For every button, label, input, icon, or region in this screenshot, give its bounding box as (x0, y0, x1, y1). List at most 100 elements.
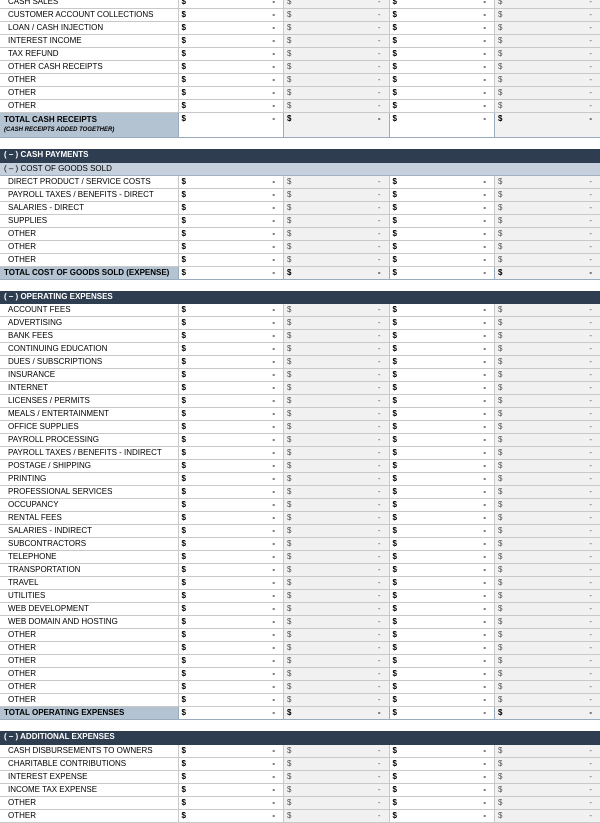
amount-cell-period-3[interactable]: $- (389, 460, 495, 473)
amount-cell-period-3[interactable]: $- (389, 551, 495, 564)
amount-cell-period-3[interactable]: $- (389, 175, 495, 188)
amount-cell-period-2[interactable]: $- (284, 564, 390, 577)
amount-cell-period-3[interactable]: $- (389, 564, 495, 577)
amount-cell-period-1[interactable]: $- (178, 356, 284, 369)
amount-cell-period-1[interactable]: $- (178, 175, 284, 188)
amount-cell-period-1[interactable]: $- (178, 100, 284, 113)
amount-cell-period-3[interactable]: $- (389, 74, 495, 87)
amount-cell-period-3[interactable]: $- (389, 87, 495, 100)
amount-cell-period-2[interactable]: $- (284, 113, 390, 138)
amount-cell-period-1[interactable]: $- (178, 48, 284, 61)
amount-cell-period-3[interactable]: $- (389, 227, 495, 240)
amount-cell-period-1[interactable]: $- (178, 796, 284, 809)
amount-cell-period-2[interactable]: $- (284, 642, 390, 655)
amount-cell-period-3[interactable]: $- (389, 421, 495, 434)
amount-cell-period-2[interactable]: $- (284, 460, 390, 473)
amount-cell-period-4[interactable]: $- (495, 35, 600, 48)
amount-cell-period-3[interactable]: $- (389, 499, 495, 512)
amount-cell-period-3[interactable]: $- (389, 113, 495, 138)
amount-cell-period-4[interactable]: $- (495, 668, 600, 681)
amount-cell-period-2[interactable]: $- (284, 395, 390, 408)
amount-cell-period-2[interactable]: $- (284, 447, 390, 460)
amount-cell-period-4[interactable]: $- (495, 382, 600, 395)
amount-cell-period-2[interactable]: $- (284, 227, 390, 240)
amount-cell-period-1[interactable]: $- (178, 616, 284, 629)
amount-cell-period-3[interactable]: $- (389, 655, 495, 668)
amount-cell-period-2[interactable]: $- (284, 330, 390, 343)
amount-cell-period-1[interactable]: $- (178, 525, 284, 538)
amount-cell-period-2[interactable]: $- (284, 369, 390, 382)
amount-cell-period-1[interactable]: $- (178, 421, 284, 434)
amount-cell-period-4[interactable]: $- (495, 603, 600, 616)
amount-cell-period-3[interactable]: $- (389, 538, 495, 551)
amount-cell-period-3[interactable]: $- (389, 188, 495, 201)
amount-cell-period-4[interactable]: $- (495, 421, 600, 434)
amount-cell-period-2[interactable]: $- (284, 744, 390, 757)
amount-cell-period-4[interactable]: $- (495, 434, 600, 447)
amount-cell-period-4[interactable]: $- (495, 408, 600, 421)
amount-cell-period-2[interactable]: $- (284, 512, 390, 525)
amount-cell-period-3[interactable]: $- (389, 616, 495, 629)
amount-cell-period-3[interactable]: $- (389, 266, 495, 279)
amount-cell-period-3[interactable]: $- (389, 317, 495, 330)
amount-cell-period-4[interactable]: $- (495, 486, 600, 499)
amount-cell-period-2[interactable]: $- (284, 681, 390, 694)
amount-cell-period-2[interactable]: $- (284, 74, 390, 87)
amount-cell-period-1[interactable]: $- (178, 304, 284, 317)
amount-cell-period-4[interactable]: $- (495, 369, 600, 382)
amount-cell-period-2[interactable]: $- (284, 100, 390, 113)
amount-cell-period-2[interactable]: $- (284, 486, 390, 499)
amount-cell-period-2[interactable]: $- (284, 629, 390, 642)
amount-cell-period-3[interactable]: $- (389, 809, 495, 822)
amount-cell-period-2[interactable]: $- (284, 473, 390, 486)
amount-cell-period-3[interactable]: $- (389, 629, 495, 642)
amount-cell-period-4[interactable]: $- (495, 681, 600, 694)
amount-cell-period-1[interactable]: $- (178, 382, 284, 395)
amount-cell-period-1[interactable]: $- (178, 473, 284, 486)
amount-cell-period-4[interactable]: $- (495, 629, 600, 642)
amount-cell-period-2[interactable]: $- (284, 694, 390, 707)
amount-cell-period-4[interactable]: $- (495, 447, 600, 460)
amount-cell-period-3[interactable]: $- (389, 744, 495, 757)
amount-cell-period-3[interactable]: $- (389, 447, 495, 460)
amount-cell-period-3[interactable]: $- (389, 0, 495, 9)
amount-cell-period-4[interactable]: $- (495, 796, 600, 809)
amount-cell-period-3[interactable]: $- (389, 240, 495, 253)
amount-cell-period-4[interactable]: $- (495, 74, 600, 87)
amount-cell-period-2[interactable]: $- (284, 434, 390, 447)
amount-cell-period-2[interactable]: $- (284, 603, 390, 616)
amount-cell-period-1[interactable]: $- (178, 707, 284, 720)
amount-cell-period-3[interactable]: $- (389, 434, 495, 447)
amount-cell-period-1[interactable]: $- (178, 642, 284, 655)
amount-cell-period-2[interactable]: $- (284, 382, 390, 395)
amount-cell-period-3[interactable]: $- (389, 757, 495, 770)
amount-cell-period-4[interactable]: $- (495, 201, 600, 214)
amount-cell-period-2[interactable]: $- (284, 796, 390, 809)
amount-cell-period-4[interactable]: $- (495, 525, 600, 538)
amount-cell-period-1[interactable]: $- (178, 74, 284, 87)
amount-cell-period-4[interactable]: $- (495, 577, 600, 590)
amount-cell-period-3[interactable]: $- (389, 796, 495, 809)
amount-cell-period-3[interactable]: $- (389, 48, 495, 61)
amount-cell-period-4[interactable]: $- (495, 356, 600, 369)
amount-cell-period-4[interactable]: $- (495, 707, 600, 720)
amount-cell-period-1[interactable]: $- (178, 434, 284, 447)
amount-cell-period-1[interactable]: $- (178, 330, 284, 343)
amount-cell-period-2[interactable]: $- (284, 408, 390, 421)
amount-cell-period-3[interactable]: $- (389, 473, 495, 486)
amount-cell-period-1[interactable]: $- (178, 35, 284, 48)
amount-cell-period-1[interactable]: $- (178, 253, 284, 266)
amount-cell-period-3[interactable]: $- (389, 330, 495, 343)
amount-cell-period-4[interactable]: $- (495, 253, 600, 266)
amount-cell-period-2[interactable]: $- (284, 87, 390, 100)
amount-cell-period-2[interactable]: $- (284, 343, 390, 356)
amount-cell-period-4[interactable]: $- (495, 317, 600, 330)
amount-cell-period-3[interactable]: $- (389, 369, 495, 382)
amount-cell-period-2[interactable]: $- (284, 201, 390, 214)
amount-cell-period-4[interactable]: $- (495, 770, 600, 783)
amount-cell-period-2[interactable]: $- (284, 9, 390, 22)
amount-cell-period-3[interactable]: $- (389, 783, 495, 796)
amount-cell-period-2[interactable]: $- (284, 266, 390, 279)
amount-cell-period-1[interactable]: $- (178, 499, 284, 512)
amount-cell-period-4[interactable]: $- (495, 48, 600, 61)
